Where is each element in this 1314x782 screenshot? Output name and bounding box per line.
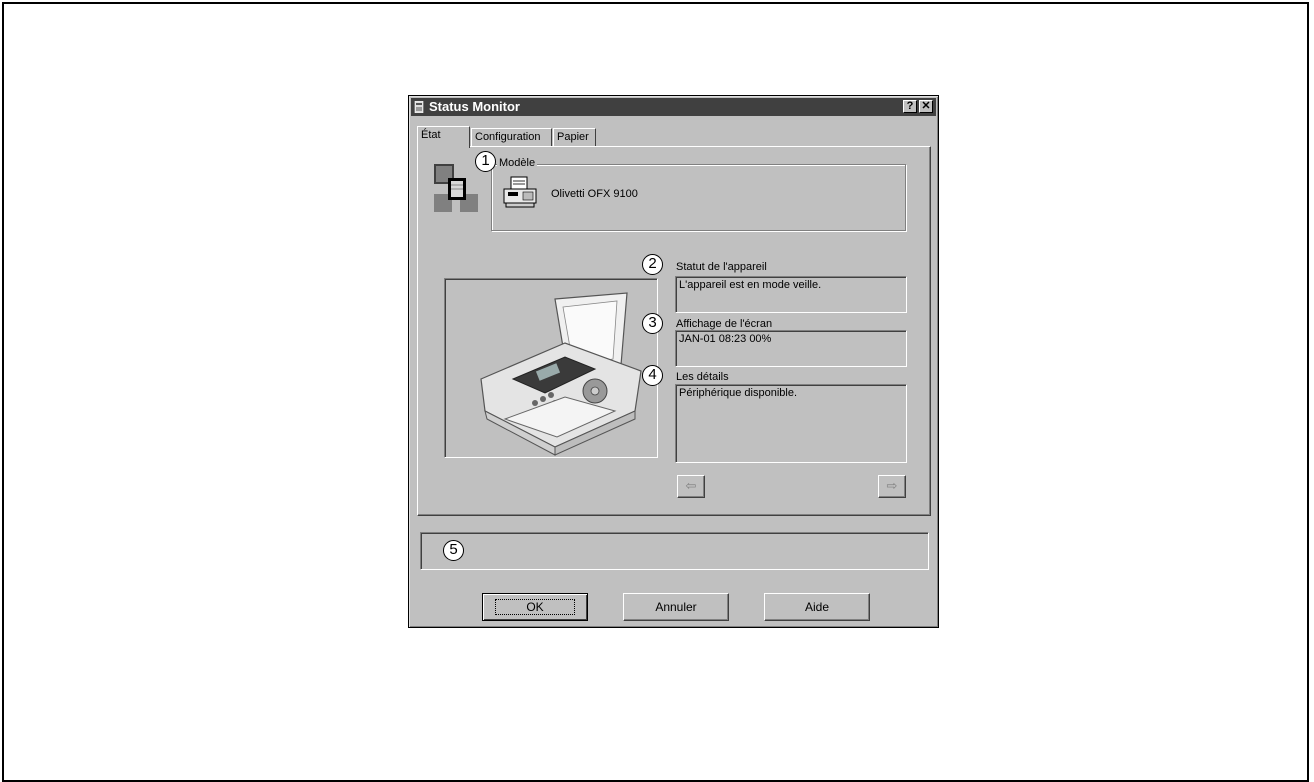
fax-icon	[503, 176, 537, 208]
window-title: Status Monitor	[429, 99, 520, 114]
details-field: Périphérique disponible.	[675, 384, 907, 463]
close-title-button[interactable]: ✕	[919, 100, 933, 113]
status-bar	[420, 532, 929, 570]
tab-etat-label: État	[421, 129, 441, 141]
ok-button-label: OK	[495, 599, 575, 615]
callout-3: 3	[642, 313, 663, 334]
tab-etat[interactable]: État	[417, 126, 470, 148]
device-status-label: Statut de l'appareil	[676, 261, 767, 273]
tab-configuration-label: Configuration	[475, 131, 541, 143]
cancel-button[interactable]: Annuler	[623, 593, 729, 621]
status-monitor-dialog: Status Monitor ? ✕ État Configuration Pa…	[408, 95, 939, 628]
callout-4: 4	[642, 365, 663, 386]
tab-papier-label: Papier	[557, 131, 589, 143]
details-label: Les détails	[676, 371, 729, 383]
callout-1: 1	[475, 151, 496, 172]
device-network-icon	[434, 164, 478, 212]
callout-2: 2	[642, 254, 663, 275]
titlebar: Status Monitor ? ✕	[411, 98, 936, 116]
next-button[interactable]: ⇨	[878, 475, 906, 498]
model-group-label: Modèle	[497, 157, 538, 170]
printer-image-frame	[444, 278, 658, 458]
printer-image	[480, 292, 642, 456]
app-icon	[414, 101, 424, 113]
ok-button[interactable]: OK	[482, 593, 588, 621]
tab-papier[interactable]: Papier	[553, 128, 596, 147]
screen-display-field: JAN-01 08:23 00%	[675, 330, 907, 367]
tab-configuration[interactable]: Configuration	[471, 128, 552, 147]
previous-button[interactable]: ⇦	[677, 475, 705, 498]
model-name: Olivetti OFX 9100	[551, 188, 638, 200]
help-button[interactable]: Aide	[764, 593, 870, 621]
device-status-field: L'appareil est en mode veille.	[675, 276, 907, 313]
callout-5: 5	[443, 540, 464, 561]
help-title-button[interactable]: ?	[903, 100, 917, 113]
